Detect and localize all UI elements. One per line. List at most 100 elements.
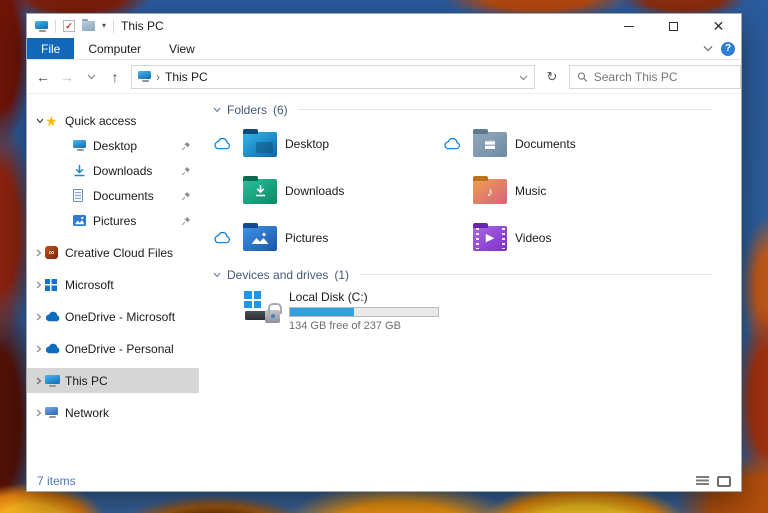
group-label: Folders [227,102,268,117]
recent-locations-chevron-icon[interactable] [79,65,103,89]
documents-folder-icon [473,128,507,157]
properties-icon[interactable]: ✓ [63,20,75,32]
group-count: (6) [273,102,288,117]
desktop-folder-icon [243,128,277,157]
up-button[interactable]: ↑ [103,65,127,89]
disk-usage-fill [290,308,354,316]
windows-logo-icon [244,291,261,308]
folder-tile-desktop[interactable]: Desktop [211,125,441,163]
desktop-icon [73,140,86,151]
star-icon: ★ [45,112,58,129]
tab-file[interactable]: File [27,38,75,59]
details-view-icon[interactable] [696,476,709,486]
search-input[interactable] [593,69,733,84]
folder-tile-videos[interactable]: ▶ Videos [441,219,671,257]
large-icons-view-icon[interactable] [717,475,731,487]
minimize-icon [623,25,634,27]
sidebar-item-creative-cloud-files[interactable]: ∞ Creative Cloud Files [27,240,199,265]
chevron-right-icon[interactable] [36,249,42,257]
onedrive-icon [45,311,60,322]
search-box[interactable] [569,64,741,89]
this-pc-icon [35,20,48,32]
folder-tile-music[interactable]: ♪ Music [441,172,671,210]
drive-free-space: 134 GB free of 237 GB [289,320,401,332]
onedrive-sync-cloud-icon [214,138,230,150]
chevron-down-icon[interactable] [213,107,221,113]
minimize-button[interactable] [606,14,651,38]
chevron-right-icon[interactable] [36,281,42,289]
sidebar-item-onedrive-microsoft[interactable]: OneDrive - Microsoft [27,304,199,329]
sidebar-item-network[interactable]: Network [27,400,199,425]
address-bar[interactable]: › This PC [131,64,535,89]
chevron-right-icon[interactable] [36,409,42,417]
creative-cloud-icon: ∞ [45,246,58,259]
videos-folder-icon: ▶ [473,222,507,251]
sidebar-item-downloads[interactable]: Downloads [27,158,199,183]
tab-computer[interactable]: Computer [74,38,155,59]
new-folder-icon[interactable] [82,19,95,31]
expand-ribbon-chevron-icon[interactable] [703,45,713,52]
titlebar-divider [55,19,56,33]
view-toggles [696,475,731,487]
back-button[interactable]: ← [31,65,55,89]
folders-grid: Desktop Downloads Pictures Documents ♪ M… [211,125,737,257]
titlebar-divider [113,19,115,33]
file-explorer-window: ✓ ▾ This PC ✕ File Computer View ? ← → ↑ [26,13,742,492]
maximize-button[interactable] [651,14,696,38]
customize-toolbar-dropdown-icon[interactable]: ▾ [102,22,106,30]
sidebar-item-desktop[interactable]: Desktop [27,133,199,158]
drive-info: Local Disk (C:) 134 GB free of 237 GB [289,290,439,332]
documents-icon [73,189,83,202]
folder-tile-pictures[interactable]: Pictures [211,219,441,257]
downloads-icon [74,165,85,177]
breadcrumb[interactable]: This PC [165,70,208,84]
pin-icon [181,140,191,154]
drive-tile-local-disk-c[interactable]: Local Disk (C:) 134 GB free of 237 GB [211,290,737,332]
quick-access-toolbar: ✓ ▾ This PC [27,19,164,33]
tab-view[interactable]: View [155,38,209,59]
network-icon [45,407,58,418]
ribbon-right-controls: ? [703,38,735,59]
ribbon-tab-row: File Computer View ? [27,38,741,60]
navigation-toolbar: ← → ↑ › This PC ↻ [27,60,741,94]
this-pc-icon [138,71,151,82]
onedrive-icon [45,343,60,354]
microsoft-icon [45,278,57,291]
sidebar-item-onedrive-personal[interactable]: OneDrive - Personal [27,336,199,361]
window-controls: ✕ [606,14,741,38]
help-icon[interactable]: ? [721,41,735,56]
chevron-right-icon[interactable] [36,345,42,353]
pictures-icon [73,215,86,226]
folder-tile-downloads[interactable]: Downloads [211,172,441,210]
folder-tile-documents[interactable]: Documents [441,125,671,163]
pin-icon [181,165,191,179]
sidebar-item-this-pc[interactable]: This PC [27,368,199,393]
sidebar-item-documents[interactable]: Documents [27,183,199,208]
title-bar: ✓ ▾ This PC ✕ [27,14,741,38]
sidebar-item-pictures[interactable]: Pictures [27,208,199,233]
pin-icon [181,190,191,204]
sidebar-item-microsoft[interactable]: Microsoft [27,272,199,297]
music-folder-icon: ♪ [473,175,507,204]
search-icon [577,71,588,82]
forward-button[interactable]: → [55,65,79,89]
chevron-down-icon[interactable] [213,272,221,278]
group-count: (1) [334,267,350,282]
sidebar-item-quick-access[interactable]: ★ Quick access [27,108,199,133]
close-button[interactable]: ✕ [696,14,741,38]
drive-label: Local Disk (C:) [289,290,368,304]
group-header-folders[interactable]: Folders (6) [211,102,737,117]
chevron-down-icon[interactable] [36,118,44,124]
refresh-button[interactable]: ↻ [535,69,569,85]
chevron-right-icon[interactable] [36,313,42,321]
items-count: 7 items [37,474,76,488]
local-disk-icon [243,290,283,324]
pictures-folder-icon [243,222,277,251]
group-header-devices[interactable]: Devices and drives (1) [211,267,737,282]
chevron-right-icon[interactable] [36,377,42,385]
onedrive-sync-cloud-icon [444,138,460,150]
address-dropdown-chevron-icon[interactable] [519,70,528,84]
status-bar: 7 items [27,471,741,491]
bitlocker-lock-icon [265,303,282,323]
group-divider [359,274,713,275]
